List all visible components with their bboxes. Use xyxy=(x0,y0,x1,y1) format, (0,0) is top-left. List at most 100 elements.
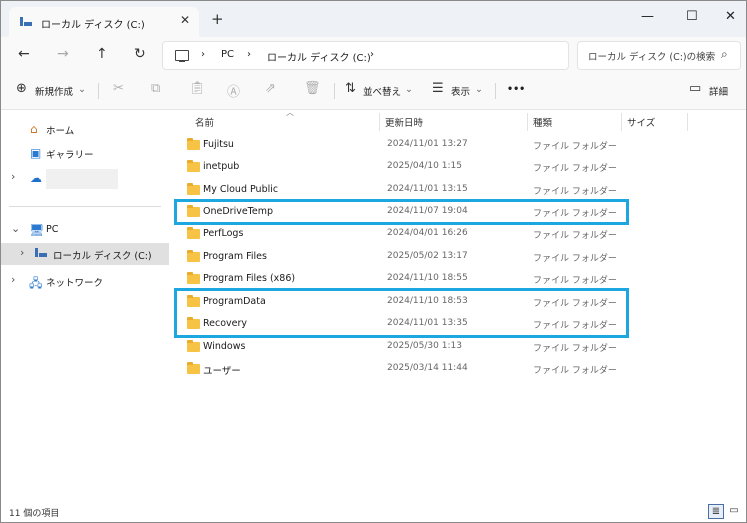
command-bar: ⊕ 新規作成 ⌄ ✂ ⧉ 📋︎ Ⓐ ⇗ 🗑︎ ⇅ 並べ替え ⌄ ☰ 表示 ⌄ •… xyxy=(1,73,746,110)
tiles-view-icon[interactable]: ▭ xyxy=(727,504,741,517)
column-header: ︿ 名前 更新日時 種類 サイズ xyxy=(170,108,746,134)
nav-divider xyxy=(9,206,161,207)
column-name[interactable]: 名前 xyxy=(195,115,214,129)
new-tab-button[interactable]: + xyxy=(211,10,224,28)
chevron-right-icon[interactable]: › xyxy=(11,273,15,286)
file-date: 2024/11/01 13:27 xyxy=(387,139,468,149)
file-date: 2025/04/10 1:15 xyxy=(387,161,462,171)
nav-item-local-disk[interactable]: › ローカル ディスク (C:) xyxy=(1,243,169,265)
copy-icon[interactable]: ⧉ xyxy=(151,81,160,96)
scissors-icon[interactable]: ✂ xyxy=(113,81,124,96)
up-button[interactable]: ↑ xyxy=(96,46,108,62)
breadcrumb-separator: › xyxy=(247,49,251,60)
tab-close-icon[interactable]: ✕ xyxy=(180,13,190,27)
breadcrumb-pc[interactable]: PC xyxy=(221,49,234,60)
file-name: My Cloud Public xyxy=(203,184,279,195)
file-name: PerfLogs xyxy=(203,228,244,239)
close-button[interactable]: ✕ xyxy=(725,9,736,24)
chevron-down-icon[interactable]: ⌄ xyxy=(405,84,413,95)
column-divider[interactable] xyxy=(527,113,528,131)
folder-icon xyxy=(187,272,200,284)
back-button[interactable]: ← xyxy=(18,46,30,62)
search-box[interactable]: ローカル ディスク (C:)の検索 ⌕ xyxy=(577,41,741,70)
rename-icon[interactable]: Ⓐ xyxy=(227,81,240,100)
file-row[interactable]: Fujitsu 2024/11/01 13:27 ファイル フォルダー xyxy=(170,134,746,156)
new-button[interactable]: 新規作成 xyxy=(35,84,73,98)
sort-ascending-icon: ︿ xyxy=(286,108,294,117)
nav-item-pc[interactable]: ⌄ 🖥︎ PC xyxy=(1,219,169,241)
refresh-button[interactable]: ↻ xyxy=(134,46,146,62)
file-type: ファイル フォルダー xyxy=(533,187,617,197)
file-type: ファイル フォルダー xyxy=(533,254,617,264)
pc-icon: 🖥︎ xyxy=(29,223,45,237)
file-row[interactable]: Windows 2025/05/30 1:13 ファイル フォルダー xyxy=(170,336,746,358)
file-type: ファイル フォルダー xyxy=(533,142,617,152)
file-list: ︿ 名前 更新日時 種類 サイズ Fujitsu 2024/11/01 13:2… xyxy=(170,108,746,500)
chevron-right-icon[interactable]: › xyxy=(11,170,15,183)
paste-icon[interactable]: 📋︎ xyxy=(189,81,206,96)
address-row: ← → ↑ ↻ › PC › ローカル ディスク (C:) › ローカル ディス… xyxy=(1,37,746,73)
view-icon: ☰ xyxy=(432,81,444,96)
file-row[interactable]: Program Files 2025/05/02 13:17 ファイル フォルダ… xyxy=(170,246,746,268)
column-divider[interactable] xyxy=(621,113,622,131)
nav-item-gallery[interactable]: ▣ ギャラリー xyxy=(1,142,169,164)
file-date: 2025/05/02 13:17 xyxy=(387,251,468,261)
folder-icon xyxy=(187,340,200,352)
chevron-down-icon[interactable]: ⌄ xyxy=(78,84,86,95)
view-button[interactable]: 表示 xyxy=(451,84,470,98)
status-bar: 11 個の項目 ≣ ▭ xyxy=(1,500,746,522)
file-name: Fujitsu xyxy=(203,139,234,150)
file-type: ファイル フォルダー xyxy=(533,344,617,354)
folder-icon xyxy=(187,227,200,239)
file-date: 2025/03/14 11:44 xyxy=(387,363,468,373)
nav-item-onedrive[interactable]: › ☁ xyxy=(1,167,169,189)
folder-icon xyxy=(187,183,200,195)
sort-button[interactable]: 並べ替え xyxy=(363,84,401,98)
file-row[interactable]: My Cloud Public 2024/11/01 13:15 ファイル フォ… xyxy=(170,179,746,201)
nav-item-network[interactable]: › 🖧︎ ネットワーク xyxy=(1,270,169,292)
file-name: Windows xyxy=(203,341,246,352)
folder-icon xyxy=(187,250,200,262)
file-type: ファイル フォルダー xyxy=(533,276,617,286)
gallery-icon: ▣ xyxy=(30,146,42,160)
column-type[interactable]: 種類 xyxy=(533,115,552,129)
pc-icon xyxy=(175,50,189,62)
address-bar[interactable]: › PC › ローカル ディスク (C:) › xyxy=(162,41,569,70)
minimize-button[interactable]: — xyxy=(641,9,654,24)
more-button[interactable]: ••• xyxy=(507,84,525,95)
maximize-button[interactable]: ☐ xyxy=(686,9,698,24)
breadcrumb-local-disk[interactable]: ローカル ディスク (C:) xyxy=(267,49,371,64)
column-divider[interactable] xyxy=(687,113,688,131)
chevron-down-icon[interactable]: ⌄ xyxy=(11,222,20,235)
tab-title: ローカル ディスク (C:) xyxy=(41,20,145,31)
file-type: ファイル フォルダー xyxy=(533,231,617,241)
file-row[interactable]: Program Files (x86) 2024/11/10 18:55 ファイ… xyxy=(170,268,746,290)
file-row[interactable]: inetpub 2025/04/10 1:15 ファイル フォルダー xyxy=(170,156,746,178)
file-type: ファイル フォルダー xyxy=(533,366,617,376)
column-size[interactable]: サイズ xyxy=(627,115,655,129)
details-view-icon[interactable]: ≣ xyxy=(708,504,724,519)
cloud-icon: ☁ xyxy=(30,171,42,185)
forward-button[interactable]: → xyxy=(57,46,69,62)
share-icon[interactable]: ⇗ xyxy=(265,81,276,96)
column-divider[interactable] xyxy=(379,113,380,131)
file-row[interactable]: ユーザー 2025/03/14 11:44 ファイル フォルダー xyxy=(170,358,746,380)
breadcrumb-separator[interactable]: › xyxy=(370,49,374,60)
title-bar: ローカル ディスク (C:) ✕ + — ☐ ✕ xyxy=(1,1,746,37)
file-row[interactable]: PerfLogs 2024/04/01 16:26 ファイル フォルダー xyxy=(170,223,746,245)
search-icon: ⌕ xyxy=(721,47,728,61)
trash-icon[interactable]: 🗑︎ xyxy=(304,81,321,96)
nav-label: ローカル ディスク (C:) xyxy=(53,251,152,262)
chevron-right-icon[interactable]: › xyxy=(20,246,24,259)
plus-circle-icon: ⊕ xyxy=(16,81,27,96)
file-type: ファイル フォルダー xyxy=(533,164,617,174)
column-date[interactable]: 更新日時 xyxy=(385,115,423,129)
file-date: 2025/05/30 1:13 xyxy=(387,341,462,351)
divider xyxy=(98,83,99,99)
drive-icon xyxy=(35,248,47,257)
search-placeholder: ローカル ディスク (C:)の検索 xyxy=(588,52,716,63)
chevron-down-icon[interactable]: ⌄ xyxy=(475,84,483,95)
tab-local-disk[interactable]: ローカル ディスク (C:) ✕ xyxy=(9,7,199,37)
nav-item-home[interactable]: ⌂ ホーム xyxy=(1,118,169,140)
details-button[interactable]: 詳細 xyxy=(709,84,728,98)
